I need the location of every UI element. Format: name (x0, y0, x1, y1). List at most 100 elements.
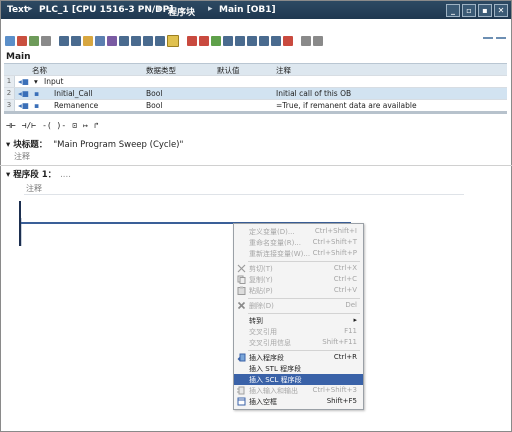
context-menu: 定义变量(D)... Ctrl+Shift+I 重命名变量(R)... Ctrl… (233, 223, 364, 410)
minimize-icon[interactable]: _ (446, 4, 460, 17)
go-online-icon[interactable] (211, 36, 221, 46)
download-icon[interactable] (223, 36, 233, 46)
toolbar-overflow[interactable] (483, 37, 506, 39)
menu-item-insert-empty-box[interactable]: 插入空框 Shift+F5 (234, 396, 363, 407)
delete-branch-icon[interactable] (41, 36, 51, 46)
menu-shortcut: Ctrl+C (333, 275, 357, 283)
call-hierarchy-icon[interactable] (283, 36, 293, 46)
menu-label: 转到 (249, 317, 263, 325)
zoom-icon[interactable] (119, 36, 129, 46)
network-header[interactable]: ▾ 程序段 1：.... (6, 168, 71, 180)
menu-item-cross-reference-info[interactable]: 交叉引用信息 Shift+F11 (234, 337, 363, 348)
coil-icon[interactable]: -( )- (42, 121, 66, 130)
menu-item-insert-io[interactable]: 插入输入和输出 Ctrl+Shift+3 (234, 385, 363, 396)
column-header-comment[interactable]: 注释 (276, 65, 291, 76)
menu-item-cross-reference[interactable]: 交叉引用 F11 (234, 326, 363, 337)
row-number: 3 (4, 100, 15, 111)
absolute-address-icon[interactable] (107, 36, 117, 46)
breadcrumb-main-ob1[interactable]: Main [OB1] (219, 5, 276, 15)
properties-icon[interactable] (301, 36, 311, 46)
overflow-icon (483, 37, 493, 39)
empty-box-icon[interactable]: ⊡ (72, 121, 77, 130)
comment-underline (24, 194, 464, 195)
expand-icon[interactable] (143, 36, 153, 46)
favorites-icon[interactable] (83, 36, 93, 46)
block-title[interactable]: ▾ 块标题： "Main Program Sweep (Cycle)" (6, 138, 183, 150)
breadcrumb-plc[interactable]: PLC_1 [CPU 1516-3 PN/DP] (39, 5, 173, 15)
restore-icon[interactable]: ▫ (462, 4, 476, 17)
menu-item-paste[interactable]: 粘贴(P) Ctrl+V (234, 285, 363, 296)
delete-icon (237, 301, 246, 310)
settings-icon[interactable] (313, 36, 323, 46)
section-name: Input (44, 77, 64, 86)
float-icon[interactable]: ▪ (478, 4, 492, 17)
open-all-networks-icon[interactable] (59, 36, 69, 46)
parameter-type[interactable]: Bool (146, 101, 162, 110)
menu-label: 粘贴(P) (249, 287, 273, 295)
menu-item-insert-stl-network[interactable]: 插入 STL 程序段 (234, 363, 363, 374)
column-header-default[interactable]: 默认值 (217, 65, 240, 76)
breadcrumb-program-blocks[interactable]: 程序块 (168, 5, 195, 18)
menu-label: 插入输入和输出 (249, 387, 298, 395)
close-all-networks-icon[interactable] (71, 36, 81, 46)
parameter-comment[interactable]: =True, if remanent data are available (276, 101, 417, 110)
block-title-value[interactable]: "Main Program Sweep (Cycle)" (53, 140, 183, 150)
no-contact-icon[interactable]: ⊣⊢ (6, 121, 16, 130)
shrink-icon[interactable] (131, 36, 141, 46)
breakpoint-icon[interactable] (271, 36, 281, 46)
close-branch-icon[interactable]: ↱ (94, 121, 99, 130)
block-comment[interactable]: 注释 (14, 151, 30, 162)
delete-network-icon[interactable] (17, 36, 27, 46)
insert-branch-icon[interactable] (29, 36, 39, 46)
parameter-icon: ◂■ (18, 101, 29, 110)
collapse-arrow-icon[interactable]: ▾ (34, 77, 38, 86)
menu-shortcut: Shift+F11 (322, 338, 357, 346)
copy-icon (237, 275, 246, 284)
menu-item-rename-tag[interactable]: 重命名变量(R)... Ctrl+Shift+T (234, 237, 363, 248)
breadcrumb-root[interactable]: Text (7, 5, 28, 15)
interface-section-icon: ◂■ (18, 77, 29, 86)
menu-item-goto[interactable]: 转到 ▸ (234, 315, 363, 326)
menu-item-define-tag[interactable]: 定义变量(D)... Ctrl+Shift+I (234, 226, 363, 237)
insert-network-icon[interactable] (5, 36, 15, 46)
splitter-bar[interactable] (4, 111, 507, 114)
nc-contact-icon[interactable]: ⊣/⊢ (22, 121, 36, 130)
column-header-datatype[interactable]: 数据类型 (146, 65, 176, 76)
upload-icon[interactable] (235, 36, 245, 46)
menu-shortcut: Ctrl+V (333, 286, 357, 294)
monitor-on-icon[interactable] (187, 36, 197, 46)
menu-label: 插入 SCL 程序段 (249, 376, 302, 384)
close-icon[interactable]: ✕ (494, 4, 508, 17)
open-branch-icon[interactable]: ↦ (83, 121, 88, 130)
column-header-name[interactable]: 名称 (32, 65, 47, 76)
highlight-icon[interactable] (167, 35, 179, 47)
menu-shortcut: Ctrl+Shift+P (312, 249, 357, 257)
parameter-icon: ◂■ (18, 89, 29, 98)
show-comments-icon[interactable] (95, 36, 105, 46)
menu-shortcut: Ctrl+X (333, 264, 357, 272)
submenu-arrow-icon: ▸ (353, 316, 357, 324)
parameter-type[interactable]: Bool (146, 89, 162, 98)
align-icon[interactable] (155, 36, 165, 46)
parameter-name[interactable]: Remanence (54, 101, 98, 110)
table-row[interactable]: 1 ◂■ ▾ Input (4, 76, 507, 88)
menu-label: 插入程序段 (249, 354, 284, 362)
compare-icon[interactable] (247, 36, 257, 46)
menu-label: 插入 STL 程序段 (249, 365, 302, 373)
monitor-off-icon[interactable] (199, 36, 209, 46)
table-row[interactable]: 2 ◂■ ▪ Initial_Call Bool Initial call of… (4, 88, 507, 100)
cut-icon (237, 264, 246, 273)
menu-item-insert-network[interactable]: 插入程序段 Ctrl+R (234, 352, 363, 363)
parameter-comment[interactable]: Initial call of this OB (276, 89, 351, 98)
parameter-name[interactable]: Initial_Call (54, 89, 93, 98)
row-number: 1 (4, 76, 15, 87)
network-title-placeholder[interactable]: .... (60, 170, 71, 180)
menu-item-rewire-tag[interactable]: 重新连接变量(W)... Ctrl+Shift+P (234, 248, 363, 259)
menu-item-insert-scl-network[interactable]: 插入 SCL 程序段 (234, 374, 363, 385)
network-comment[interactable]: 注释 (26, 183, 42, 194)
menu-item-delete[interactable]: 删除(D) Del (234, 300, 363, 311)
watch-table-icon[interactable] (259, 36, 269, 46)
menu-item-cut[interactable]: 剪切(T) Ctrl+X (234, 263, 363, 274)
menu-item-copy[interactable]: 复制(Y) Ctrl+C (234, 274, 363, 285)
insert-io-icon (237, 386, 245, 395)
